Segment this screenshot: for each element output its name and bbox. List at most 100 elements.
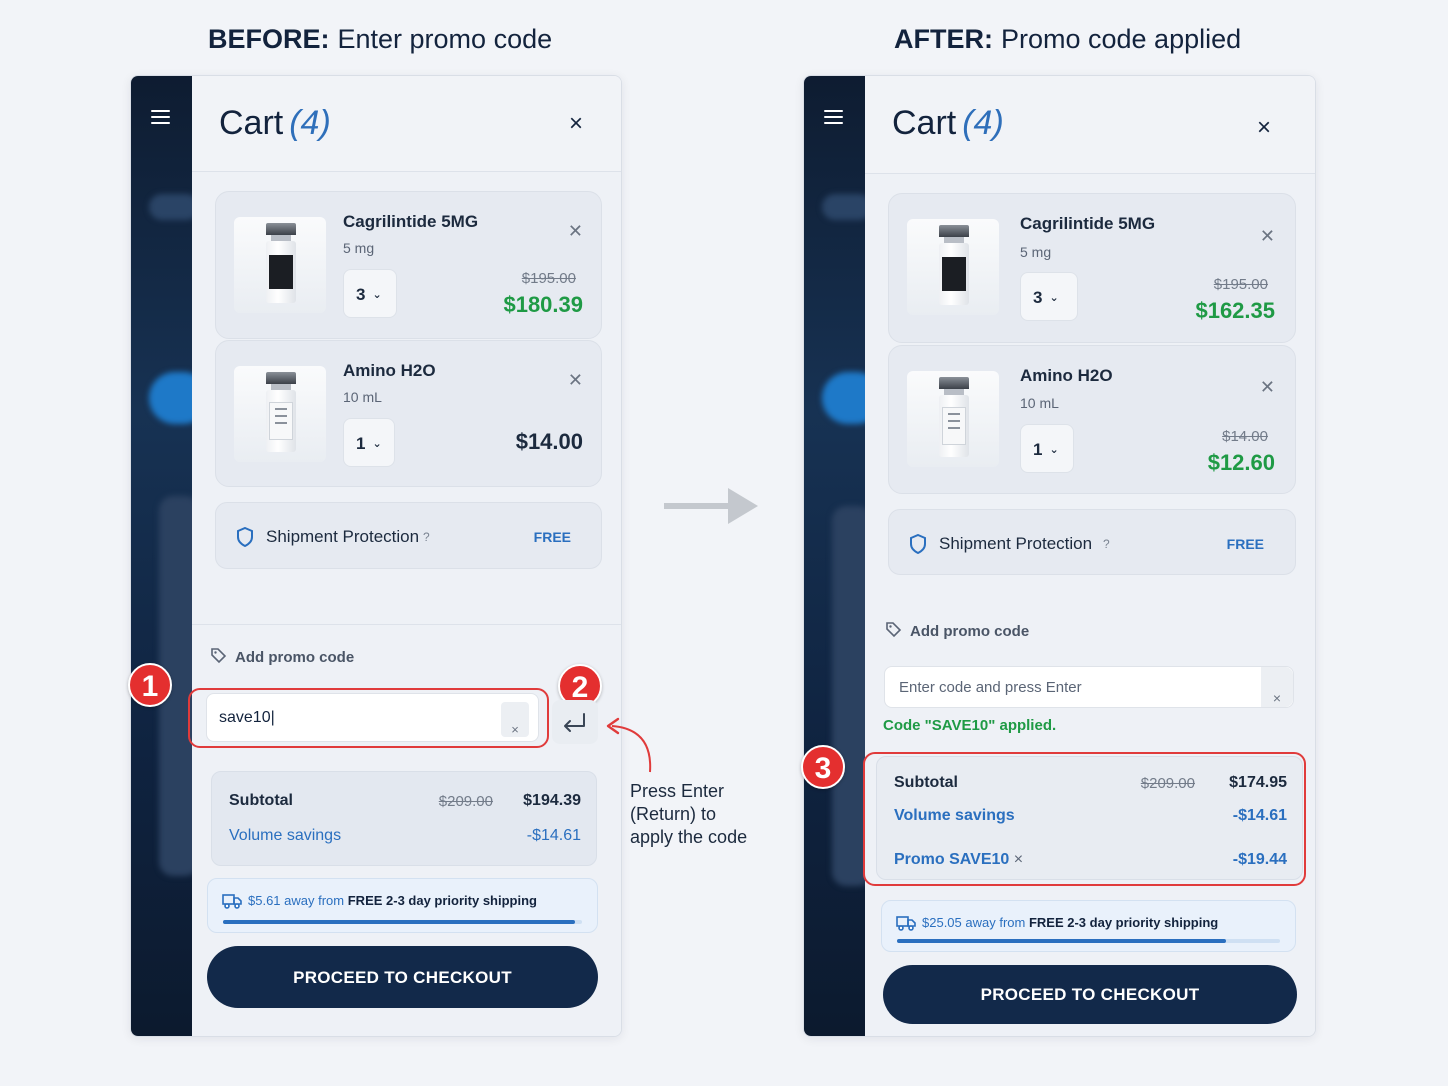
after-screen: Cart (4) × Cagrilintide 5MG 5 mg ✕ 3 ⌄ $19…: [803, 75, 1316, 1037]
before-screen: Cart (4) × Cagrilintide 5MG 5 mg ✕ 3 ⌄ $19…: [130, 75, 622, 1037]
order-totals: Subtotal $209.00 $194.39 Volume savings …: [211, 771, 597, 866]
cart-drawer: Cart (4) × Cagrilintide 5MG 5 mg ✕ 3 ⌄ $19…: [865, 76, 1315, 1036]
item-price: $12.60: [1207, 450, 1275, 475]
remove-item-icon[interactable]: ✕: [1260, 227, 1275, 245]
chevron-down-icon: ⌄: [372, 438, 382, 450]
step-badge-3: 3: [801, 745, 845, 789]
truck-icon: [222, 894, 242, 909]
cart-title: Cart (4): [892, 104, 1004, 142]
remove-item-icon[interactable]: ✕: [1260, 378, 1275, 396]
item-name: Cagrilintide 5MG: [343, 212, 479, 231]
checkout-button[interactable]: PROCEED TO CHECKOUT: [207, 946, 598, 1008]
before-heading: BEFORE: Enter promo code: [208, 24, 553, 54]
item-size: 5 mg: [343, 240, 375, 256]
subtotal-old: $209.00: [438, 793, 493, 810]
chevron-down-icon: ⌄: [1049, 444, 1059, 456]
after-heading: AFTER: Promo code applied: [894, 24, 1242, 54]
truck-icon: [896, 916, 916, 931]
item-size: 5 mg: [1020, 244, 1052, 260]
cart-header: Cart (4) ×: [865, 76, 1315, 174]
background-page: [804, 76, 865, 1036]
item-price: $180.39: [503, 292, 583, 317]
remove-item-icon[interactable]: ✕: [568, 222, 583, 240]
checkout-button[interactable]: PROCEED TO CHECKOUT: [883, 965, 1297, 1024]
item-size: 10 mL: [1020, 395, 1059, 411]
cart-item: Amino H2O 10 mL ✕ 1 ⌄ $14.00 $12.60: [888, 345, 1296, 494]
product-image: [234, 366, 326, 462]
progress-track: [897, 939, 1280, 943]
hamburger-menu-icon[interactable]: [824, 110, 843, 128]
clear-input-icon[interactable]: ×: [1261, 667, 1293, 707]
savings-row: Volume savings -$14.61: [229, 827, 581, 844]
promo-label: Add promo code: [210, 647, 354, 666]
cart-title: Cart (4): [219, 104, 331, 142]
quantity-select[interactable]: 1 ⌄: [1020, 424, 1074, 473]
vial-dark-label-icon: [266, 223, 296, 307]
shield-icon: [910, 534, 926, 554]
cart-item: Amino H2O 10 mL ✕ 1 ⌄ $14.00: [215, 340, 602, 487]
shipment-protection[interactable]: Shipment Protection ? FREE: [888, 509, 1296, 575]
close-icon[interactable]: ×: [1257, 116, 1271, 140]
tag-icon: [886, 622, 902, 638]
quantity-select[interactable]: 3 ⌄: [343, 269, 397, 318]
item-name: Cagrilintide 5MG: [1020, 214, 1156, 233]
highlight-promo-input: [188, 688, 549, 748]
help-icon[interactable]: ?: [1103, 537, 1110, 551]
product-image: [907, 219, 999, 315]
vial-light-label-icon: [266, 372, 296, 456]
shipment-label: Shipment Protection: [266, 527, 420, 546]
promo-label: Add promo code: [885, 621, 1029, 640]
progress-fill: [897, 939, 1227, 943]
vial-light-label-icon: [939, 377, 969, 461]
shield-icon: [237, 527, 253, 547]
cart-count: (4): [289, 104, 331, 142]
chevron-down-icon: ⌄: [1049, 292, 1059, 304]
item-price: $14.00: [515, 429, 583, 454]
item-price: $162.35: [1195, 298, 1275, 323]
divider: [192, 624, 621, 625]
step-badge-1: 1: [128, 663, 172, 707]
product-image: [907, 371, 999, 467]
product-image: [234, 217, 326, 313]
item-old-price: $195.00: [521, 270, 576, 287]
shipment-protection[interactable]: Shipment Protection ? FREE: [215, 502, 602, 569]
item-old-price: $14.00: [1222, 428, 1268, 445]
shipment-value: FREE: [1226, 536, 1264, 552]
progress-fill: [223, 920, 575, 924]
shipment-value: FREE: [533, 529, 571, 545]
right-arrow-icon: [664, 488, 758, 524]
close-icon[interactable]: ×: [569, 112, 583, 136]
cart-header: Cart (4) ×: [192, 76, 621, 172]
item-name: Amino H2O: [343, 361, 436, 380]
chevron-down-icon: ⌄: [372, 289, 382, 301]
subtotal-value: $194.39: [523, 792, 581, 809]
quantity-select[interactable]: 3 ⌄: [1020, 272, 1078, 321]
remove-item-icon[interactable]: ✕: [568, 371, 583, 389]
instruction-note: Press Enter (Return) to apply the code: [630, 781, 748, 847]
item-name: Amino H2O: [1020, 366, 1113, 385]
promo-applied-message: Code "SAVE10" applied.: [883, 717, 1057, 734]
highlight-totals: [863, 752, 1306, 886]
background-page: [131, 76, 192, 1036]
cart-drawer: Cart (4) × Cagrilintide 5MG 5 mg ✕ 3 ⌄ $19…: [192, 76, 621, 1036]
return-key-icon[interactable]: [552, 700, 598, 744]
item-old-price: $195.00: [1213, 276, 1268, 293]
shipping-message: $5.61 away from FREE 2-3 day priority sh…: [248, 893, 537, 908]
subtotal-row: Subtotal $209.00 $194.39: [229, 792, 581, 810]
hamburger-menu-icon[interactable]: [151, 110, 170, 128]
tag-icon: [211, 648, 227, 664]
progress-track: [223, 920, 582, 924]
cart-item: Cagrilintide 5MG 5 mg ✕ 3 ⌄ $195.00 $162.…: [888, 193, 1296, 343]
vial-dark-label-icon: [939, 225, 969, 309]
quantity-select[interactable]: 1 ⌄: [343, 418, 395, 467]
cart-count: (4): [962, 104, 1004, 142]
promo-code-input[interactable]: Enter code and press Enter ×: [884, 666, 1294, 708]
shipping-message: $25.05 away from FREE 2-3 day priority s…: [922, 915, 1219, 930]
curved-arrow-icon: [606, 717, 652, 773]
item-size: 10 mL: [343, 389, 382, 405]
help-icon[interactable]: ?: [423, 530, 430, 544]
cart-item: Cagrilintide 5MG 5 mg ✕ 3 ⌄ $195.00 $180.…: [215, 191, 602, 339]
free-shipping-progress: $5.61 away from FREE 2-3 day priority sh…: [207, 878, 598, 933]
shipment-label: Shipment Protection: [939, 534, 1093, 553]
free-shipping-progress: $25.05 away from FREE 2-3 day priority s…: [881, 900, 1296, 952]
